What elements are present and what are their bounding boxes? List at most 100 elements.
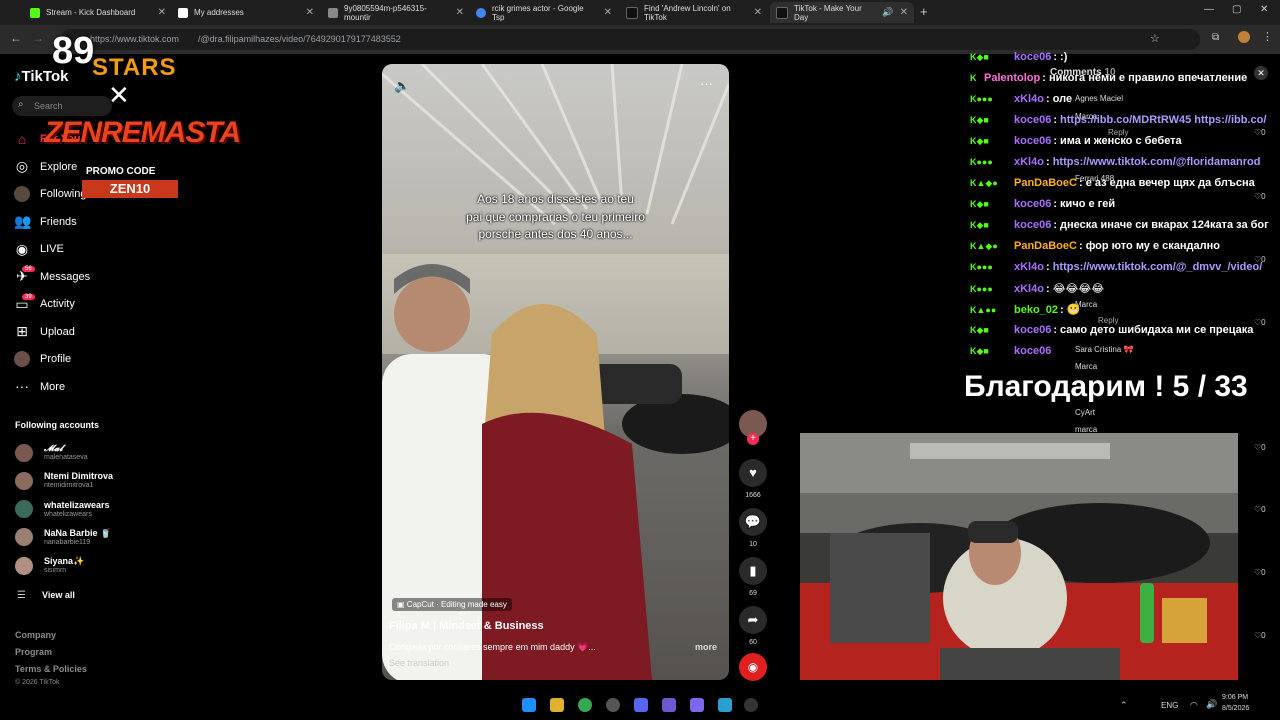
avatar[interactable] <box>15 444 33 462</box>
volume-tray-icon[interactable]: 🔊 <box>1206 699 1217 710</box>
window-close-icon[interactable]: ✕ <box>1260 4 1268 15</box>
live-icon[interactable]: ◉ <box>14 241 30 257</box>
search-icon: ⌕ <box>18 99 24 110</box>
url-field[interactable]: https://www.tiktok.com /@dra.filipamilha… <box>60 29 1200 50</box>
close-icon[interactable]: ✕ <box>456 7 464 18</box>
view-all-link[interactable]: View all <box>42 590 75 600</box>
sidebar-item-profile[interactable]: Profile <box>40 353 71 365</box>
following-account-name[interactable]: 𝓜𝓪𝓵 <box>44 443 63 454</box>
bookmark-icon[interactable]: ▮ <box>739 557 767 585</box>
start-icon[interactable] <box>522 698 536 712</box>
notepad-icon[interactable] <box>718 698 732 712</box>
extensions-icon[interactable]: ⧉ <box>1212 32 1219 43</box>
more-options-icon[interactable]: ··· <box>700 76 713 91</box>
close-comments-icon[interactable]: ✕ <box>1254 66 1268 80</box>
browser-tab[interactable]: Find 'Andrew Lincoln' on TikTok ✕ <box>620 2 768 23</box>
browser-tab[interactable]: Stream - Kick Dashboard ✕ <box>24 2 172 23</box>
app-icon[interactable] <box>662 698 676 712</box>
browser-tab[interactable]: My addresses ✕ <box>172 2 320 23</box>
minimize-icon[interactable]: — <box>1204 4 1214 15</box>
menu-icon[interactable]: ⋮ <box>1262 30 1273 43</box>
comment-like-icon[interactable]: ♡0 <box>1254 318 1266 327</box>
sidebar-item-upload[interactable]: Upload <box>40 326 75 338</box>
footer-link-company[interactable]: Company <box>15 630 56 640</box>
footer-link-program[interactable]: Program <box>15 647 52 657</box>
following-account-name[interactable]: Siyana✨ <box>44 556 84 567</box>
comment-like-icon[interactable]: ♡0 <box>1254 505 1266 514</box>
following-account-name[interactable]: whatelizawears <box>44 500 110 510</box>
chat-message: K Palentolop: никога нёми е правило впеча… <box>970 72 1248 84</box>
like-icon[interactable]: ♥ <box>739 459 767 487</box>
sidebar-item-explore[interactable]: Explore <box>40 161 77 173</box>
follow-button[interactable]: + <box>747 433 759 445</box>
comment-author[interactable]: CyArt <box>1075 408 1095 417</box>
close-icon[interactable]: ✕ <box>306 7 314 18</box>
sidebar-item-activity[interactable]: Activity <box>40 298 75 310</box>
comment-icon[interactable]: 💬 <box>739 508 767 536</box>
avatar[interactable] <box>15 528 33 546</box>
browser-tab-active[interactable]: TikTok - Make Your Day 🔊 ✕ <box>770 2 914 23</box>
forward-icon[interactable]: → <box>32 31 44 45</box>
following-account-handle: whatelizawears <box>44 511 92 518</box>
share-icon[interactable]: ➦ <box>739 606 767 634</box>
following-account-name[interactable]: Ntemi Dimitrova <box>44 471 113 481</box>
star-icon[interactable]: ☆ <box>1150 32 1160 45</box>
new-tab-button[interactable]: + <box>920 4 928 19</box>
sidebar-item-messages[interactable]: Messages <box>40 271 90 283</box>
avatar[interactable] <box>15 472 33 490</box>
volume-icon[interactable]: 🔈 <box>394 78 410 94</box>
sidebar-item-friends[interactable]: Friends <box>40 216 77 228</box>
settings-icon[interactable] <box>744 698 758 712</box>
avatar[interactable] <box>1238 31 1250 43</box>
search-input[interactable]: ⌕ Search <box>12 96 112 116</box>
sidebar-item-following[interactable]: Following <box>40 188 86 200</box>
more-link[interactable]: more <box>695 642 717 652</box>
comment-author[interactable]: Agnes Maciel <box>1075 94 1123 103</box>
home-icon[interactable]: ⌂ <box>14 131 30 147</box>
comment-like-icon[interactable]: ♡0 <box>1254 631 1266 640</box>
back-icon[interactable]: ← <box>10 31 22 45</box>
comment-like-icon[interactable]: ♡0 <box>1254 128 1266 137</box>
profile-icon[interactable] <box>14 351 30 367</box>
comment-like-icon[interactable]: ♡0 <box>1254 192 1266 201</box>
wifi-icon[interactable]: ◠ <box>1190 700 1198 711</box>
browser-tab[interactable]: 9y0805594m-p546315-mountir ✕ <box>322 2 470 23</box>
compass-icon[interactable]: ◎ <box>14 158 30 174</box>
speaker-icon[interactable]: 🔊 <box>882 7 893 18</box>
tray-chevron-icon[interactable]: ⌃ <box>1120 700 1128 711</box>
sidebar-item-live[interactable]: LIVE <box>40 243 64 255</box>
close-icon[interactable]: ✕ <box>604 7 612 18</box>
more-icon[interactable]: ··· <box>14 378 30 394</box>
see-translation-link[interactable]: See translation <box>389 658 449 668</box>
video-player[interactable]: 🔈 ··· Aos 18 anos dissestes ao teu pai q… <box>382 64 729 680</box>
avatar[interactable] <box>15 500 33 518</box>
chat-message: K◆■ koce06: :) <box>970 51 1068 63</box>
capcut-tag[interactable]: ▣ CapCut · Editing made easy <box>392 598 512 611</box>
browser-tab[interactable]: rcik grimes actor - Google Tsp ✕ <box>470 2 618 23</box>
maximize-icon[interactable]: ▢ <box>1232 4 1241 15</box>
following-icon[interactable] <box>14 186 30 202</box>
upload-icon[interactable]: ⊞ <box>14 323 30 339</box>
clock-time[interactable]: 9:06 PM <box>1222 694 1248 701</box>
file-explorer-icon[interactable] <box>550 698 564 712</box>
obs-icon[interactable] <box>606 698 620 712</box>
close-icon[interactable]: ✕ <box>754 7 762 18</box>
calculator-icon[interactable] <box>690 698 704 712</box>
chrome-icon[interactable] <box>578 698 592 712</box>
clock-date[interactable]: 8/5/2026 <box>1222 705 1249 712</box>
music-disc-icon[interactable]: ◉ <box>739 653 767 681</box>
language-indicator[interactable]: ENG <box>1161 701 1178 710</box>
following-account-name[interactable]: NaNa Barbie 🥤 <box>44 528 111 539</box>
discord-icon[interactable] <box>634 698 648 712</box>
avatar[interactable] <box>15 557 33 575</box>
comment-author[interactable]: Sara Cristina 🎀 <box>1075 345 1133 354</box>
video-author[interactable]: Filipa M | Mindset & Business <box>389 620 544 632</box>
footer-link-terms[interactable]: Terms & Policies <box>15 664 87 674</box>
tab-title: 9y0805594m-p546315-mountir <box>344 3 427 22</box>
sidebar-item-more[interactable]: More <box>40 381 65 393</box>
friends-icon[interactable]: 👥 <box>14 213 31 229</box>
close-icon[interactable]: ✕ <box>158 7 166 18</box>
comment-like-icon[interactable]: ♡0 <box>1254 443 1266 452</box>
comment-like-icon[interactable]: ♡0 <box>1254 568 1266 577</box>
close-icon[interactable]: ✕ <box>900 7 908 18</box>
